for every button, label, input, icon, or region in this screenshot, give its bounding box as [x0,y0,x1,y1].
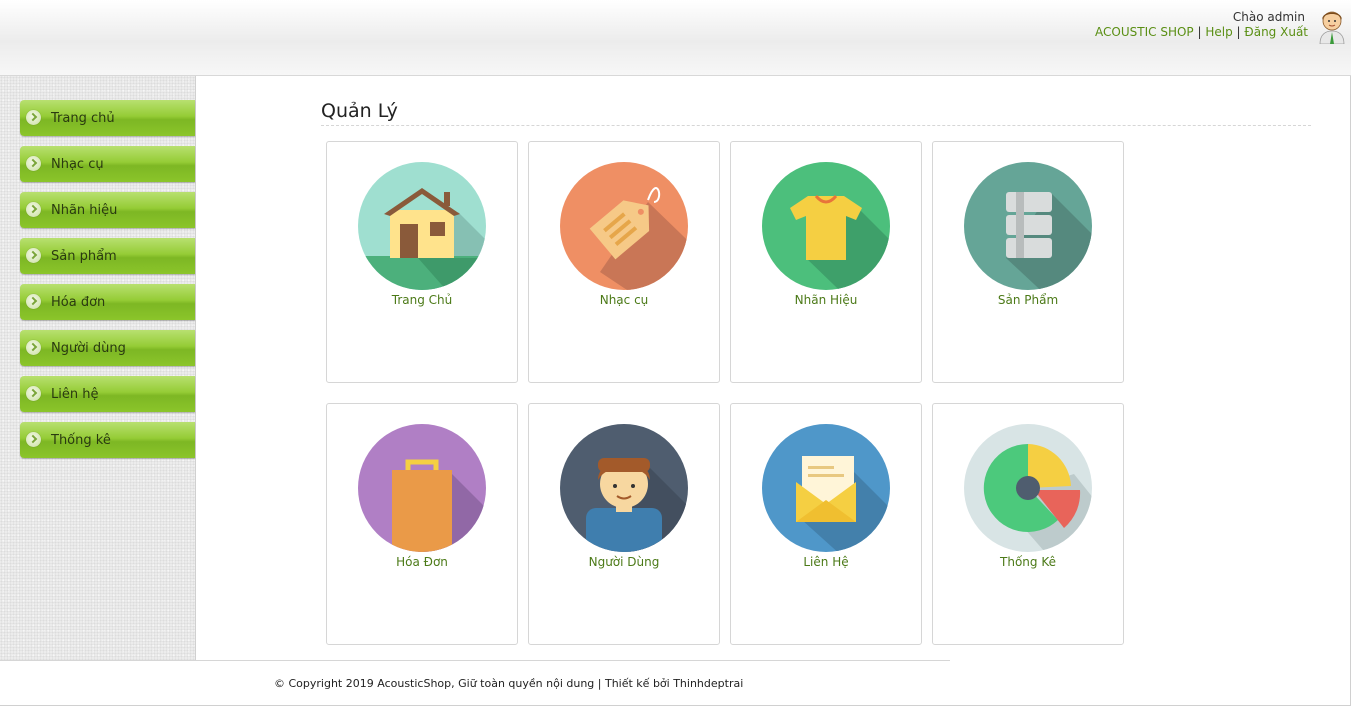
chevron-right-icon [26,386,41,401]
mail-icon [762,424,890,552]
card-instruments[interactable]: Nhạc cụ [528,141,720,383]
chevron-right-icon [26,432,41,447]
top-links: ACOUSTIC SHOP | Help | Đăng Xuất [1095,25,1308,39]
chevron-right-icon [26,202,41,217]
shopping-bag-icon [358,424,486,552]
chevron-right-icon [26,294,41,309]
card-label: Thống Kê [1000,555,1056,569]
link-separator: | [1197,25,1202,39]
pie-chart-icon [964,424,1092,552]
card-label: Nhạc cụ [599,293,649,307]
sidebar: Trang chủ Nhạc cụ Nhãn hiệu Sản phẩm Hóa… [0,76,196,660]
card-label: Nhãn Hiệu [794,293,858,307]
sidebar-item-label: Sản phẩm [51,249,117,264]
sidebar-item-products[interactable]: Sản phẩm [20,238,195,274]
footer-divider [0,660,950,661]
chevron-right-icon [26,110,41,125]
sidebar-item-label: Trang chủ [51,111,115,126]
greeting-text: Chào admin [1232,10,1305,24]
chevron-right-icon [26,248,41,263]
card-users[interactable]: Người Dùng [528,403,720,645]
sidebar-item-label: Nhạc cụ [51,157,104,172]
title-divider [321,125,1311,126]
tag-icon [560,162,688,290]
card-label: Liên Hệ [803,555,849,569]
top-header: Chào admin ACOUSTIC SHOP | Help | Đăng X… [0,0,1351,76]
help-link[interactable]: Help [1205,25,1232,39]
home-icon [358,162,486,290]
logout-link[interactable]: Đăng Xuất [1244,25,1308,39]
database-icon [964,162,1092,290]
card-home[interactable]: Trang Chủ [326,141,518,383]
sidebar-item-statistics[interactable]: Thống kê [20,422,195,458]
sidebar-item-brands[interactable]: Nhãn hiệu [20,192,195,228]
admin-avatar-icon [1319,11,1345,44]
sidebar-item-label: Thống kê [51,433,111,448]
tshirt-icon [762,162,890,290]
card-label: Trang Chủ [391,293,453,307]
sidebar-item-instruments[interactable]: Nhạc cụ [20,146,195,182]
sidebar-item-label: Người dùng [51,341,126,356]
page-title: Quản Lý [321,100,398,122]
card-label: Hóa Đơn [396,555,448,569]
sidebar-item-contact[interactable]: Liên hệ [20,376,195,412]
shop-link[interactable]: ACOUSTIC SHOP [1095,25,1194,39]
user-icon [560,424,688,552]
footer-copyright: © Copyright 2019 AcousticShop, Giữ toàn … [274,677,744,690]
card-invoices[interactable]: Hóa Đơn [326,403,518,645]
card-label: Sản Phẩm [997,293,1059,307]
sidebar-item-users[interactable]: Người dùng [20,330,195,366]
card-brands[interactable]: Nhãn Hiệu [730,141,922,383]
card-products[interactable]: Sản Phẩm [932,141,1124,383]
link-separator: | [1236,25,1241,39]
card-label: Người Dùng [588,555,660,569]
sidebar-item-label: Hóa đơn [51,295,106,310]
card-statistics[interactable]: Thống Kê [932,403,1124,645]
chevron-right-icon [26,156,41,171]
sidebar-item-label: Nhãn hiệu [51,203,118,218]
chevron-right-icon [26,340,41,355]
card-contact[interactable]: Liên Hệ [730,403,922,645]
sidebar-item-label: Liên hệ [51,387,99,402]
sidebar-item-invoices[interactable]: Hóa đơn [20,284,195,320]
sidebar-item-home[interactable]: Trang chủ [20,100,195,136]
